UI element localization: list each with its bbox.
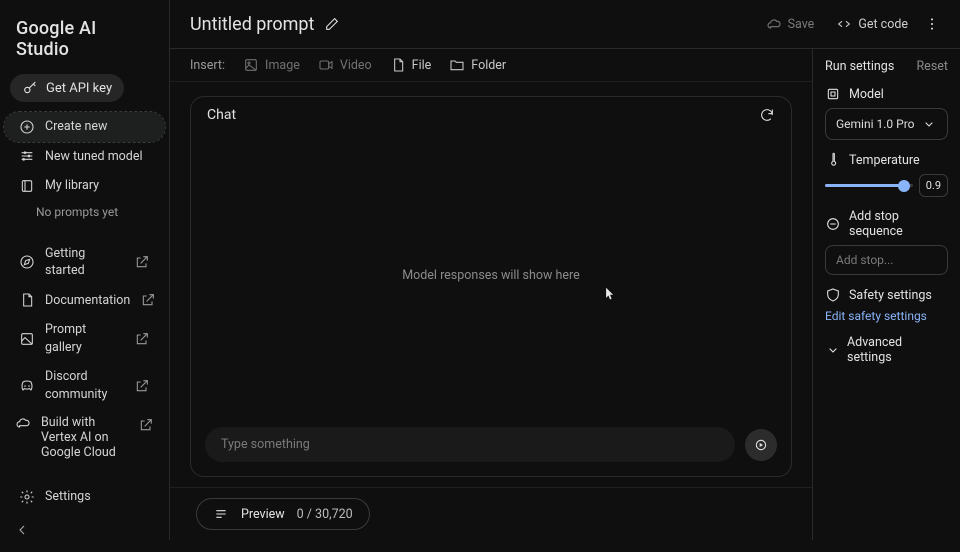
- insert-file-button[interactable]: File: [390, 57, 432, 73]
- collapse-sidebar-button[interactable]: [0, 512, 169, 552]
- external-link-icon: [134, 331, 150, 347]
- settings-button[interactable]: Settings: [4, 482, 165, 512]
- model-icon: [825, 86, 841, 102]
- chevron-down-icon: [825, 342, 841, 358]
- save-label: Save: [788, 17, 815, 32]
- chevron-down-icon: [921, 116, 937, 132]
- get-api-key-button[interactable]: Get API key: [10, 74, 124, 102]
- temperature-value[interactable]: 0.9: [919, 174, 948, 197]
- save-button[interactable]: Save: [760, 12, 821, 36]
- discord-link[interactable]: Discord community: [4, 362, 165, 409]
- tune-icon: [19, 148, 35, 164]
- insert-video-button[interactable]: Video: [318, 57, 372, 73]
- file-icon: [390, 57, 406, 73]
- stop-sequence-input[interactable]: Add stop...: [825, 245, 948, 275]
- main: Untitled prompt Save Get code Insert: Im…: [170, 0, 960, 540]
- edit-icon[interactable]: [324, 16, 340, 32]
- model-value: Gemini 1.0 Pro: [836, 117, 915, 131]
- cloud-save-icon: [766, 16, 782, 32]
- center-column: Insert: Image Video File: [170, 49, 812, 540]
- discord-icon: [19, 378, 35, 394]
- my-library-label: My library: [45, 177, 99, 195]
- prompt-gallery-link[interactable]: Prompt gallery: [4, 315, 165, 362]
- thermometer-icon: [825, 152, 841, 168]
- temperature-slider[interactable]: [825, 184, 913, 187]
- doc-icon: [19, 292, 35, 308]
- insert-image-button[interactable]: Image: [243, 57, 300, 73]
- image-icon: [243, 57, 259, 73]
- advanced-label: Advanced settings: [847, 335, 948, 365]
- run-settings-panel: Run settings Reset Model Gemini 1.0 Pro: [812, 49, 960, 540]
- plus-circle-icon: [19, 119, 35, 135]
- run-settings-heading: Run settings: [825, 59, 894, 74]
- compass-icon: [19, 254, 35, 270]
- chat-empty-text: Model responses will show here: [402, 268, 580, 283]
- external-link-icon: [134, 254, 150, 270]
- stop-label: Add stop sequence: [849, 209, 948, 239]
- vertex-label: Build with Vertex AI on Google Cloud: [41, 415, 128, 460]
- external-link-icon: [138, 417, 154, 433]
- cursor-icon: [605, 287, 615, 301]
- chat-input[interactable]: Type something: [205, 427, 735, 462]
- get-code-label: Get code: [858, 17, 908, 32]
- create-new-button[interactable]: Create new: [4, 112, 165, 142]
- model-select[interactable]: Gemini 1.0 Pro: [825, 108, 948, 140]
- getting-started-link[interactable]: Getting started: [4, 239, 165, 286]
- documentation-link[interactable]: Documentation: [4, 286, 165, 316]
- get-code-button[interactable]: Get code: [830, 12, 914, 36]
- prompt-gallery-label: Prompt gallery: [45, 321, 124, 356]
- safety-label: Safety settings: [849, 288, 932, 303]
- topbar: Untitled prompt Save Get code: [170, 0, 960, 49]
- chat-title: Chat: [207, 107, 236, 123]
- chevron-left-icon: [14, 522, 30, 538]
- run-icon: [753, 437, 769, 453]
- notes-icon: [213, 506, 229, 522]
- folder-icon: [449, 57, 465, 73]
- temperature-label: Temperature: [849, 153, 920, 168]
- documentation-label: Documentation: [45, 292, 130, 310]
- key-icon: [22, 80, 38, 96]
- code-icon: [836, 16, 852, 32]
- gallery-icon: [19, 331, 35, 347]
- api-key-label: Get API key: [46, 81, 112, 96]
- prompt-title: Untitled prompt: [190, 14, 314, 35]
- shield-icon: [825, 287, 841, 303]
- create-new-label: Create new: [45, 118, 107, 136]
- stop-icon: [825, 216, 841, 232]
- model-label: Model: [849, 87, 884, 102]
- external-link-icon: [140, 292, 156, 308]
- insert-bar: Insert: Image Video File: [170, 49, 812, 82]
- video-icon: [318, 57, 334, 73]
- reset-button[interactable]: Reset: [916, 59, 948, 74]
- insert-folder-button[interactable]: Folder: [449, 57, 506, 73]
- my-library-button[interactable]: My library: [4, 171, 165, 201]
- preview-chip[interactable]: Preview 0 / 30,720: [196, 498, 370, 530]
- token-count: 0 / 30,720: [297, 507, 353, 522]
- no-prompts-text: No prompts yet: [0, 201, 169, 223]
- external-link-icon: [134, 378, 150, 394]
- more-vert-icon[interactable]: [924, 16, 940, 32]
- preview-label: Preview: [241, 507, 285, 522]
- library-icon: [19, 178, 35, 194]
- discord-label: Discord community: [45, 368, 124, 403]
- edit-safety-link[interactable]: Edit safety settings: [825, 309, 948, 323]
- advanced-settings-toggle[interactable]: Advanced settings: [825, 335, 948, 365]
- getting-started-label: Getting started: [45, 245, 124, 280]
- gear-icon: [19, 489, 35, 505]
- chat-card: Chat Model responses will show here Type…: [190, 96, 792, 477]
- refresh-icon[interactable]: [759, 107, 775, 123]
- settings-label: Settings: [45, 488, 91, 506]
- new-tuned-model-button[interactable]: New tuned model: [4, 142, 165, 172]
- new-tuned-label: New tuned model: [45, 148, 143, 166]
- brand-title: Google AI Studio: [0, 8, 169, 74]
- insert-label: Insert:: [190, 58, 225, 73]
- send-button[interactable]: [745, 429, 777, 461]
- vertex-ai-link[interactable]: Build with Vertex AI on Google Cloud: [0, 409, 169, 466]
- sidebar: Google AI Studio Get API key Create new …: [0, 0, 170, 540]
- cloud-icon: [15, 415, 31, 431]
